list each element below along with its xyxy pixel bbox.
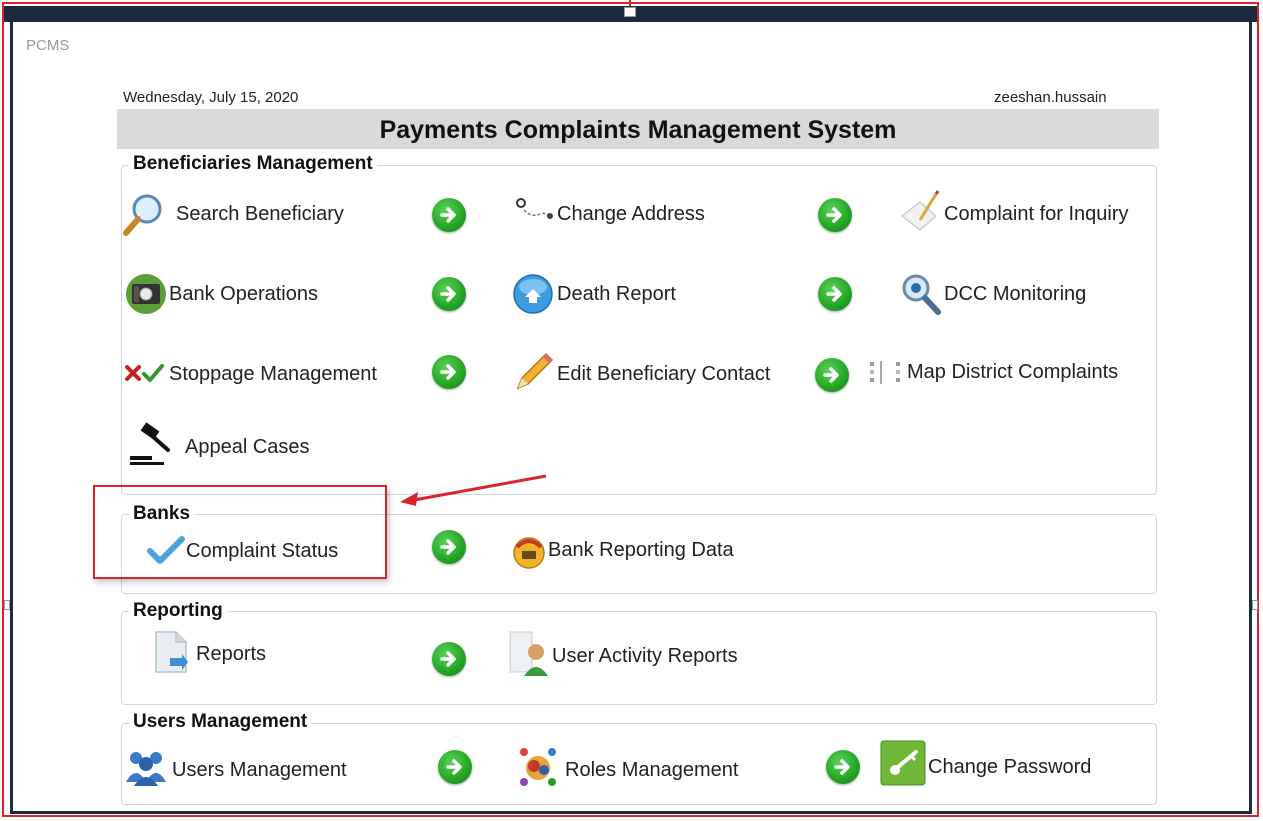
date-text: Wednesday, July 15, 2020 [123,89,299,106]
appeal-cases-link[interactable]: Appeal Cases [128,422,388,472]
page-title: Payments Complaints Management System [117,109,1159,149]
stoppage-management-arrow[interactable] [432,355,466,389]
edit-beneficiary-contact-label: Edit Beneficiary Contact [557,363,771,385]
change-address-label: Change Address [557,203,705,225]
user-activity-icon [509,631,548,676]
edit-beneficiary-contact-arrow[interactable] [815,358,849,392]
users-management-label: Users Management [172,759,347,781]
reports-link[interactable]: Reports [150,628,350,678]
map-pin-icon [516,198,553,219]
user-activity-reports-label: User Activity Reports [552,645,738,667]
reporting-group-label: Reporting [129,600,227,622]
search-beneficiary-label: Search Beneficiary [176,203,344,225]
reports-label: Reports [196,643,267,665]
bank-operations-label: Bank Operations [169,283,318,305]
change-password-link[interactable]: Change Password [880,740,1140,792]
complaint-status-arrow[interactable] [432,530,466,564]
death-report-link[interactable]: Death Report [512,270,772,320]
arrow-right-icon [440,364,456,380]
key-icon [880,740,926,786]
pencil-note-icon [900,190,940,231]
dcc-magnifier-icon [902,274,941,315]
username-text: zeeshan.hussain [994,89,1107,106]
bank-reporting-data-link[interactable]: Bank Reporting Data [509,527,789,575]
arrow-right-icon [440,286,456,302]
arrow-right-icon [440,207,456,223]
map-district-icon [870,361,900,384]
change-address-link[interactable]: Change Address [512,190,772,240]
resize-handle-left[interactable] [4,600,10,610]
gavel-icon [130,422,170,465]
roles-management-arrow[interactable] [826,750,860,784]
death-report-label: Death Report [557,283,676,305]
bank-icon [126,274,166,314]
arrow-right-icon [826,286,842,302]
reports-icon [155,631,188,673]
search-beneficiary-link[interactable]: Search Beneficiary [122,190,422,240]
death-report-icon [513,274,553,314]
death-report-arrow[interactable] [818,277,852,311]
map-district-complaints-label: Map District Complaints [907,361,1119,383]
users-icon [126,752,166,786]
roles-management-link[interactable]: Roles Management [516,742,786,794]
users-management-group-label: Users Management [129,711,312,733]
app-title: PCMS [26,37,70,54]
arrow-right-icon [446,759,462,775]
roles-icon [520,748,556,786]
beneficiaries-group-label: Beneficiaries Management [129,153,377,175]
dcc-monitoring-link[interactable]: DCC Monitoring [898,270,1156,320]
bank-operations-arrow[interactable] [432,277,466,311]
stoppage-management-link[interactable]: Stoppage Management [122,350,422,400]
change-address-arrow[interactable] [818,198,852,232]
map-district-complaints-link[interactable]: Map District Complaints [866,350,1156,400]
arrow-right-icon [440,539,456,555]
dcc-monitoring-label: DCC Monitoring [944,283,1087,305]
arrow-right-icon [826,207,842,223]
arrow-right-icon [440,651,456,667]
complaint-inquiry-label: Complaint for Inquiry [944,203,1129,225]
user-activity-reports-link[interactable]: User Activity Reports [508,628,788,680]
edit-beneficiary-contact-link[interactable]: Edit Beneficiary Contact [512,350,812,400]
users-management-link[interactable]: Users Management [124,742,394,792]
roles-management-label: Roles Management [565,759,739,781]
bank-operations-link[interactable]: Bank Operations [122,270,422,320]
search-icon [123,194,162,236]
pencil-icon [516,352,554,390]
change-password-label: Change Password [928,756,1092,778]
search-beneficiary-arrow[interactable] [432,198,466,232]
complaint-inquiry-link[interactable]: Complaint for Inquiry [898,190,1156,240]
bank-reporting-data-label: Bank Reporting Data [548,539,734,561]
stoppage-management-label: Stoppage Management [169,363,377,385]
highlight-annotation-box [93,485,387,579]
stop-check-icon [125,364,164,382]
arrow-right-icon [823,367,839,383]
resize-handle-right[interactable] [1252,600,1258,610]
bank-reporting-icon [513,537,545,569]
appeal-cases-label: Appeal Cases [185,436,310,458]
reports-arrow[interactable] [432,642,466,676]
users-management-arrow[interactable] [438,750,472,784]
annotation-arrow [400,474,547,506]
arrow-right-icon [834,759,850,775]
